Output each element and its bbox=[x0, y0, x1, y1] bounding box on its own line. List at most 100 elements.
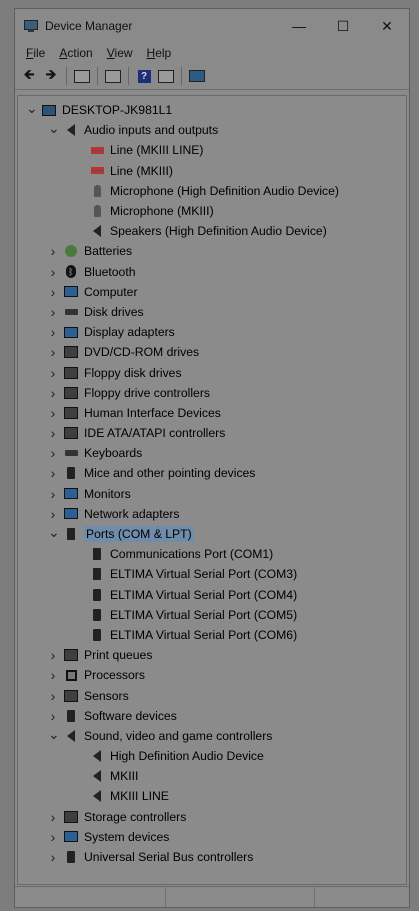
tree-item[interactable]: › DVD/CD-ROM drives bbox=[18, 342, 406, 362]
properties-icon bbox=[105, 69, 121, 83]
tree-item[interactable]: Speakers (High Definition Audio Device) bbox=[18, 221, 406, 241]
chevron-right-icon[interactable]: › bbox=[48, 809, 58, 825]
tree-item[interactable]: High Definition Audio Device bbox=[18, 746, 406, 766]
tree-item[interactable]: › Floppy disk drives bbox=[18, 362, 406, 382]
show-hide-console-tree-button[interactable] bbox=[72, 66, 92, 86]
tree-item-label: IDE ATA/ATAPI controllers bbox=[84, 426, 226, 441]
scan-hardware-button[interactable] bbox=[187, 66, 207, 86]
chevron-right-icon[interactable]: › bbox=[48, 324, 58, 340]
tree-item[interactable]: ELTIMA Virtual Serial Port (COM3) bbox=[18, 564, 406, 584]
chevron-right-icon[interactable]: › bbox=[48, 405, 58, 421]
tree-item[interactable]: › Processors bbox=[18, 665, 406, 685]
chevron-right-icon[interactable]: › bbox=[48, 667, 58, 683]
chevron-right-icon[interactable]: › bbox=[48, 304, 58, 320]
tree-item[interactable]: › Batteries bbox=[18, 241, 406, 261]
tree-item[interactable]: Line (MKIII) bbox=[18, 161, 406, 181]
tree-item[interactable]: › Software devices bbox=[18, 706, 406, 726]
tree-item[interactable]: › System devices bbox=[18, 827, 406, 847]
tree-item[interactable]: › Sensors bbox=[18, 685, 406, 705]
chevron-right-icon[interactable]: › bbox=[48, 425, 58, 441]
tree-item[interactable]: ⌄ DESKTOP-JK981L1 bbox=[18, 100, 406, 120]
tree-item[interactable]: ELTIMA Virtual Serial Port (COM5) bbox=[18, 605, 406, 625]
tree-item[interactable]: › Computer bbox=[18, 282, 406, 302]
tree-item-label: Floppy drive controllers bbox=[84, 385, 210, 400]
close-button[interactable]: ✕ bbox=[365, 9, 409, 43]
chevron-right-icon[interactable]: › bbox=[48, 647, 58, 663]
tree-item[interactable]: ⌄ Audio inputs and outputs bbox=[18, 120, 406, 140]
properties-button[interactable] bbox=[103, 66, 123, 86]
tree-item-label: Batteries bbox=[84, 244, 133, 259]
tree-item[interactable]: Microphone (MKIII) bbox=[18, 201, 406, 221]
chevron-right-icon[interactable]: › bbox=[48, 688, 58, 704]
chevron-right-icon[interactable]: › bbox=[48, 506, 58, 522]
tree-item[interactable]: › Network adapters bbox=[18, 504, 406, 524]
chevron-right-icon[interactable]: › bbox=[48, 829, 58, 845]
tree-item[interactable]: Communications Port (COM1) bbox=[18, 544, 406, 564]
action-pane-icon bbox=[158, 69, 174, 83]
chevron-right-icon[interactable]: › bbox=[48, 708, 58, 724]
tree-item[interactable]: › Keyboards bbox=[18, 443, 406, 463]
tree-item-label: DESKTOP-JK981L1 bbox=[62, 103, 173, 118]
chevron-right-icon[interactable]: › bbox=[48, 243, 58, 259]
chevron-right-icon[interactable]: › bbox=[48, 264, 58, 280]
tree-item[interactable]: › Floppy drive controllers bbox=[18, 383, 406, 403]
tree-item-label: Human Interface Devices bbox=[84, 405, 221, 420]
menu-view[interactable]: View bbox=[100, 46, 140, 60]
device-tree[interactable]: ⌄ DESKTOP-JK981L1 ⌄ Audio inputs and output… bbox=[17, 95, 407, 885]
tree-item-label: Mice and other pointing devices bbox=[84, 466, 256, 481]
back-button[interactable]: 🡸 bbox=[19, 66, 39, 86]
status-cell bbox=[15, 887, 166, 907]
tree-item-label: Bluetooth bbox=[84, 264, 136, 279]
maximize-button[interactable]: ☐ bbox=[321, 9, 365, 43]
console-tree-icon bbox=[74, 69, 90, 83]
tree-item[interactable]: › Mice and other pointing devices bbox=[18, 463, 406, 483]
tree-item[interactable]: Line (MKIII LINE) bbox=[18, 140, 406, 160]
chevron-right-icon[interactable]: › bbox=[48, 385, 58, 401]
forward-button[interactable]: 🡺 bbox=[41, 66, 61, 86]
tree-item-label: Audio inputs and outputs bbox=[84, 123, 219, 138]
tree-item[interactable]: › Universal Serial Bus controllers bbox=[18, 847, 406, 867]
chevron-right-icon[interactable]: › bbox=[48, 465, 58, 481]
chevron-right-icon[interactable]: › bbox=[48, 445, 58, 461]
minimize-button[interactable]: — bbox=[277, 9, 321, 43]
tree-item[interactable]: › IDE ATA/ATAPI controllers bbox=[18, 423, 406, 443]
tree-item[interactable]: › Display adapters bbox=[18, 322, 406, 342]
help-icon: ? bbox=[137, 69, 151, 83]
tree-item[interactable]: MKIII LINE bbox=[18, 786, 406, 806]
tree-item[interactable]: MKIII bbox=[18, 766, 406, 786]
toolbar-separator bbox=[181, 67, 182, 85]
port-icon bbox=[90, 608, 104, 622]
mouse-icon bbox=[64, 466, 78, 480]
chevron-right-icon[interactable]: › bbox=[48, 365, 58, 381]
status-cell bbox=[315, 887, 409, 907]
chevron-right-icon[interactable]: › bbox=[48, 486, 58, 502]
ide-controller-icon bbox=[64, 426, 78, 440]
display-adapter-icon bbox=[64, 325, 78, 339]
tree-item[interactable]: ELTIMA Virtual Serial Port (COM4) bbox=[18, 585, 406, 605]
title-bar[interactable]: Device Manager — ☐ ✕ bbox=[15, 9, 409, 43]
chevron-right-icon[interactable]: › bbox=[48, 344, 58, 360]
chevron-right-icon[interactable]: › bbox=[48, 849, 58, 865]
chevron-down-icon[interactable]: ⌄ bbox=[48, 726, 60, 743]
show-action-pane-button[interactable] bbox=[156, 66, 176, 86]
tree-item[interactable]: ELTIMA Virtual Serial Port (COM6) bbox=[18, 625, 406, 645]
chevron-down-icon[interactable]: ⌄ bbox=[48, 120, 60, 137]
chevron-down-icon[interactable]: ⌄ bbox=[48, 524, 60, 541]
tree-item[interactable]: Microphone (High Definition Audio Device… bbox=[18, 181, 406, 201]
menu-help[interactable]: Help bbox=[140, 46, 179, 60]
tree-item[interactable]: › Human Interface Devices bbox=[18, 403, 406, 423]
tree-item[interactable]: › Print queues bbox=[18, 645, 406, 665]
chevron-right-icon[interactable]: › bbox=[48, 284, 58, 300]
tree-item-label: System devices bbox=[84, 829, 170, 844]
menu-action[interactable]: Action bbox=[52, 46, 99, 60]
help-button[interactable]: ? bbox=[134, 66, 154, 86]
tree-item[interactable]: › Disk drives bbox=[18, 302, 406, 322]
tree-item[interactable]: › Storage controllers bbox=[18, 807, 406, 827]
tree-item[interactable]: › Monitors bbox=[18, 484, 406, 504]
tree-item[interactable]: › ᛒ Bluetooth bbox=[18, 262, 406, 282]
tree-item[interactable]: ⌄ Sound, video and game controllers bbox=[18, 726, 406, 746]
chevron-down-icon[interactable]: ⌄ bbox=[26, 100, 38, 117]
tree-item[interactable]: ⌄ Ports (COM & LPT) bbox=[18, 524, 406, 544]
menu-file[interactable]: File bbox=[19, 46, 52, 60]
software-device-icon bbox=[64, 709, 78, 723]
